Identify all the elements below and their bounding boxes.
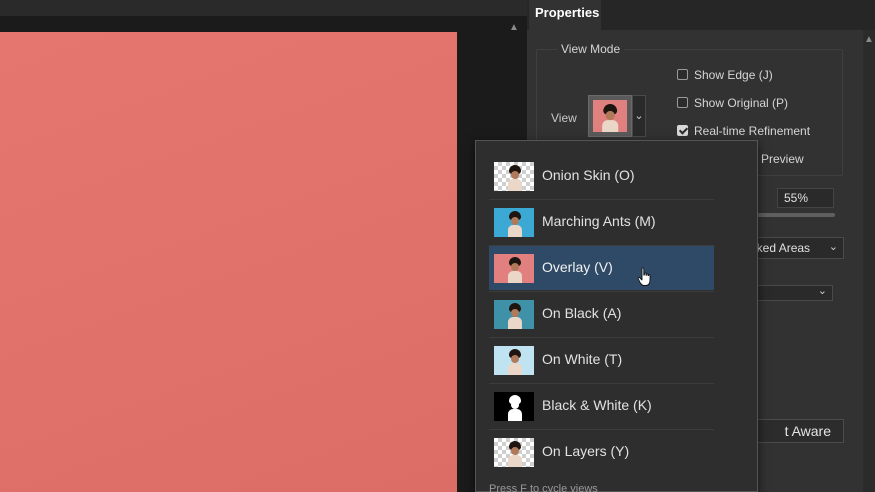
show-edge-label: Show Edge (J)	[694, 68, 773, 82]
panel-scrollbar[interactable]: ▲	[863, 30, 875, 492]
chevron-up-icon[interactable]: ▲	[508, 22, 520, 34]
document-workspace: ▲	[0, 0, 527, 492]
menu-item-label: Onion Skin (O)	[542, 167, 635, 183]
view-mode-menu: Onion Skin (O) Marching Ants (M) Overlay…	[475, 140, 758, 492]
menu-item-label: On Layers (Y)	[542, 443, 630, 459]
menu-item-label: Overlay (V)	[542, 259, 613, 275]
image-canvas[interactable]	[0, 32, 457, 492]
opacity-field[interactable]: 55%	[777, 188, 834, 208]
show-original-label: Show Original (P)	[694, 96, 789, 110]
menu-item-black-white[interactable]: Black & White (K)	[489, 384, 714, 428]
realtime-refinement-label: Real-time Refinement	[694, 124, 811, 138]
menu-item-overlay[interactable]: Overlay (V)	[489, 246, 714, 290]
on-black-thumbnail-icon	[494, 300, 534, 329]
tab-properties[interactable]: Properties	[529, 0, 601, 30]
view-mode-heading: View Mode	[557, 42, 625, 56]
menu-item-onion-skin[interactable]: Onion Skin (O)	[489, 154, 714, 198]
checkbox-box[interactable]	[677, 69, 688, 80]
chevron-down-icon: ⌄	[817, 285, 827, 297]
menu-item-label: On Black (A)	[542, 305, 622, 321]
chevron-down-icon: ⌄	[634, 110, 644, 122]
black-white-thumbnail-icon	[494, 392, 534, 421]
view-mode-dropdown[interactable]: ⌄	[632, 95, 646, 137]
opacity-slider[interactable]	[747, 213, 835, 217]
cycle-views-hint: Press F to cycle views	[489, 483, 598, 492]
menu-item-on-black[interactable]: On Black (A)	[489, 292, 714, 336]
hand-pointer-icon	[637, 267, 651, 286]
chevron-down-icon: ⌄	[828, 241, 838, 253]
view-label: View	[551, 111, 577, 125]
checkbox-box[interactable]	[677, 125, 688, 136]
menu-item-label: On White (T)	[542, 351, 623, 367]
secondary-select[interactable]: ⌄	[747, 285, 833, 301]
onion-skin-thumbnail-icon	[494, 162, 534, 191]
on-white-thumbnail-icon	[494, 346, 534, 375]
checkbox-box[interactable]	[677, 97, 688, 108]
preview-label[interactable]: Preview	[761, 152, 804, 166]
menu-item-on-white[interactable]: On White (T)	[489, 338, 714, 382]
chevron-up-icon[interactable]: ▲	[863, 34, 875, 45]
menu-item-label: Black & White (K)	[542, 397, 652, 413]
panel-tab-bar: Properties	[527, 0, 875, 30]
view-mode-thumbnail[interactable]	[588, 95, 632, 137]
menu-item-on-layers[interactable]: On Layers (Y)	[489, 430, 714, 474]
on-layers-thumbnail-icon	[494, 438, 534, 467]
document-tab-strip	[0, 0, 527, 16]
menu-item-label: Marching Ants (M)	[542, 213, 656, 229]
overlay-thumbnail-icon	[494, 254, 534, 283]
menu-item-marching-ants[interactable]: Marching Ants (M)	[489, 200, 714, 244]
marching-ants-thumbnail-icon	[494, 208, 534, 237]
